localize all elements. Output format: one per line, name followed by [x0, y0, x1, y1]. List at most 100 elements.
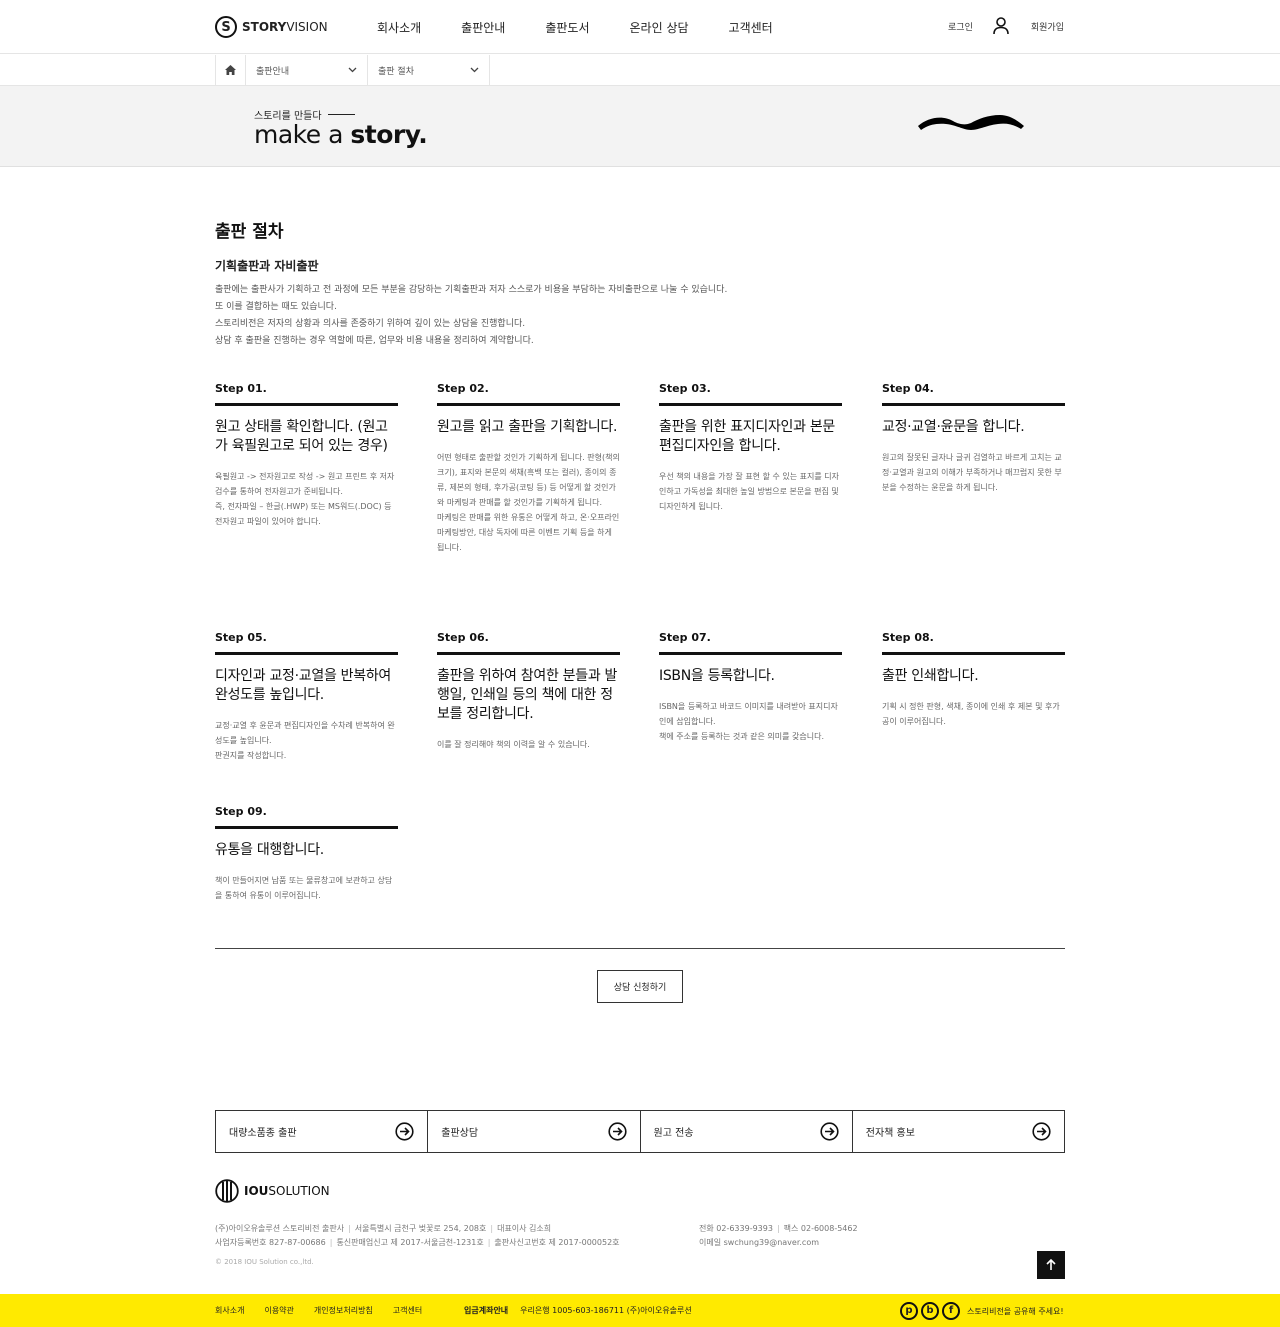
publisher-number: 출판사신고번호 제 2017-000052호 — [494, 1238, 620, 1247]
intro-line: 또 이를 결합하는 때도 있습니다. — [215, 302, 337, 312]
arrow-right-circle-icon — [607, 1122, 627, 1141]
step-card-08: Step 08. 출판 인쇄합니다. 기획 시 정한 판형, 색채, 종이에 인… — [882, 631, 1065, 729]
quick-link-publishing-consult[interactable]: 출판상담 — [428, 1111, 641, 1152]
wave-shape-graphic — [918, 115, 1024, 130]
step-card-06: Step 06. 출판을 위하여 참여한 분들과 발행일, 인쇄일 등의 책에 … — [437, 631, 620, 752]
intro-line: 출판에는 출판사가 기획하고 전 과정에 모든 부분을 감당하는 기획출판과 저… — [215, 285, 728, 295]
blog-icon[interactable]: b — [921, 1302, 939, 1320]
nav-item-books[interactable]: 출판도서 — [545, 19, 589, 36]
arrow-right-circle-icon — [395, 1122, 414, 1141]
quick-link-manuscript-send[interactable]: 원고 전송 — [641, 1111, 853, 1152]
step-number: Step 02. — [437, 382, 620, 406]
logo-text: STORYVISION — [242, 20, 328, 34]
facebook-icon[interactable]: f — [942, 1302, 960, 1320]
quick-link-ebook-promo[interactable]: 전자책 홍보 — [853, 1111, 1064, 1152]
copyright: © 2018 IOU Solution co.,ltd. — [215, 1258, 314, 1266]
login-link[interactable]: 로그인 — [948, 20, 973, 33]
step-card-01: Step 01. 원고 상태를 확인합니다. (원고가 육필원고로 되어 있는 … — [215, 382, 398, 529]
site-header: S STORYVISION 회사소개 출판안내 출판도서 온라인 상담 고객센터… — [0, 0, 1280, 54]
quick-link-label: 전자책 홍보 — [865, 1128, 915, 1139]
post-icon[interactable]: p — [900, 1302, 918, 1320]
step-title: 출판 인쇄합니다. — [882, 668, 979, 684]
step-title: 출판을 위하여 참여한 분들과 발행일, 인쇄일 등의 책에 대한 정보를 정리… — [437, 668, 618, 722]
step-number: Step 04. — [882, 382, 1065, 406]
quick-link-bulk-publishing[interactable]: 대량소품종 출판 — [216, 1111, 429, 1152]
step-title: 교정·교열·윤문을 합니다. — [882, 419, 1025, 435]
email-address: 이메일 swchung39@naver.com — [699, 1238, 820, 1247]
chevron-down-icon — [348, 67, 357, 73]
contact-info: 전화 02-6339-9393 | 팩스 02-6008-5462 이메일 swch… — [699, 1222, 858, 1250]
bank-account-info: 입금계좌안내 우리은행 1005-603-186711 (주)아이오유솔루션 — [464, 1305, 692, 1316]
step-number: Step 09. — [215, 805, 398, 829]
step-number: Step 07. — [659, 631, 842, 655]
bottom-link-privacy[interactable]: 개인정보처리방침 — [314, 1305, 373, 1316]
bottom-link-customer[interactable]: 고객센터 — [393, 1305, 422, 1316]
ecommerce-number: 통신판매업신고 제 2017-서울금천-1231호 — [336, 1238, 484, 1247]
phone-number: 전화 02-6339-9393 — [699, 1224, 773, 1233]
company-address: 서울특별시 금천구 벚꽃로 254, 208호 — [354, 1224, 487, 1233]
bottom-link-company[interactable]: 회사소개 — [215, 1305, 244, 1316]
quick-link-label: 원고 전송 — [653, 1128, 694, 1139]
intro-text: 출판에는 출판사가 기획하고 전 과정에 모든 부분을 감당하는 기획출판과 저… — [215, 282, 727, 350]
intro-line: 스토리비전은 저자의 상황과 의사를 존중하기 위하여 깊이 있는 상담을 진행… — [215, 319, 526, 329]
intro-line: 상담 후 출판을 진행하는 경우 역할에 따른, 업무와 비용 내용을 정리하여… — [215, 336, 534, 346]
step-number: Step 08. — [882, 631, 1065, 655]
step-description: 책이 만들어지면 납품 또는 물류창고에 보관하고 상담을 통하여 유통이 이루… — [215, 876, 393, 900]
step-description: 기획 시 정한 판형, 색채, 종이에 인쇄 후 제본 및 후가공이 이루어집니… — [882, 702, 1060, 726]
breadcrumb-dropdown-depth1[interactable]: 출판안내 — [246, 55, 368, 85]
step-title: 디자인과 교정·교열을 반복하여 완성도를 높입니다. — [215, 668, 391, 703]
iou-solution-logo: IOUSOLUTION — [215, 1179, 330, 1203]
step-title: 원고를 읽고 출판을 기획합니다. — [437, 419, 618, 435]
storyvision-logo[interactable]: S STORYVISION — [215, 15, 328, 39]
step-number: Step 05. — [215, 631, 398, 655]
iou-logo-mark — [215, 1179, 239, 1203]
quick-link-label: 대량소품종 출판 — [229, 1128, 297, 1139]
bottom-links: 회사소개 이용약관 개인정보처리방침 고객센터 — [215, 1305, 442, 1316]
step-number: Step 01. — [215, 382, 398, 406]
nav-item-customer-center[interactable]: 고객센터 — [729, 19, 773, 36]
step-description: 어떤 형태로 출판할 것인가 기획하게 됩니다. 판형(책의 크기), 표지와 … — [437, 453, 620, 552]
nav-item-online-consult[interactable]: 온라인 상담 — [630, 19, 689, 36]
signup-link[interactable]: 회원가입 — [1031, 20, 1064, 33]
nav-item-publishing-guide[interactable]: 출판안내 — [461, 19, 505, 36]
step-number: Step 06. — [437, 631, 620, 655]
user-icon[interactable] — [993, 17, 1009, 35]
share-text: 스토리비전을 공유해 주세요! — [967, 1306, 1064, 1316]
step-description: 우선 책의 내용을 가장 잘 표현 할 수 있는 표지를 디자인하고 가독성을 … — [659, 472, 839, 511]
company-ceo: 대표이사 김소희 — [497, 1224, 552, 1233]
util-menu: 로그인 회원가입 — [948, 17, 1064, 35]
footer-logo-text: IOUSOLUTION — [244, 1184, 330, 1198]
scroll-top-button[interactable] — [1037, 1251, 1065, 1279]
quick-links: 대량소품종 출판 출판상담 원고 전송 전자책 홍보 — [215, 1110, 1065, 1153]
step-card-03: Step 03. 출판을 위한 표지디자인과 본문 편집디자인을 합니다. 우선… — [659, 382, 842, 514]
step-card-02: Step 02. 원고를 읽고 출판을 기획합니다. 어떤 형태로 출판할 것인… — [437, 382, 620, 555]
business-number: 사업자등록번호 827-87-00686 — [215, 1238, 326, 1247]
step-title: 출판을 위한 표지디자인과 본문 편집디자인을 합니다. — [659, 419, 835, 454]
breadcrumb: 출판안내 출판 절차 — [0, 55, 1280, 85]
main-nav: 회사소개 출판안내 출판도서 온라인 상담 고객센터 — [377, 19, 813, 36]
step-title: 유통을 대행합니다. — [215, 842, 324, 858]
step-description: 원고의 잘못된 글자나 글귀 검열하고 바르게 고치는 교정·교열과 원고의 이… — [882, 453, 1062, 492]
company-name: (주)아이오유솔루션 스토리비전 출판사 — [215, 1224, 345, 1233]
step-title: 원고 상태를 확인합니다. (원고가 육필원고로 되어 있는 경우) — [215, 419, 388, 454]
step-number: Step 03. — [659, 382, 842, 406]
logo-mark: S — [215, 16, 237, 38]
breadcrumb-depth2-label: 출판 절차 — [378, 66, 414, 77]
step-card-04: Step 04. 교정·교열·윤문을 합니다. 원고의 잘못된 글자나 글귀 검… — [882, 382, 1065, 495]
nav-item-company[interactable]: 회사소개 — [377, 19, 421, 36]
breadcrumb-dropdown-depth2[interactable]: 출판 절차 — [368, 55, 490, 85]
step-description: 교정·교열 후 윤문과 편집디자인을 수차례 반복하여 완성도를 높입니다. 판… — [215, 721, 395, 760]
quick-link-label: 출판상담 — [441, 1128, 479, 1139]
step-card-05: Step 05. 디자인과 교정·교열을 반복하여 완성도를 높입니다. 교정·… — [215, 631, 398, 763]
arrow-up-icon — [1046, 1259, 1056, 1270]
step-description: 육필원고 -> 전자원고로 작성 -> 원고 프린트 후 저자 검수를 통하여 … — [215, 472, 395, 526]
fax-number: 팩스 02-6008-5462 — [783, 1224, 858, 1233]
consult-request-button[interactable]: 상담 신청하기 — [597, 970, 683, 1003]
bottom-link-terms[interactable]: 이용약관 — [264, 1305, 293, 1316]
step-card-07: Step 07. ISBN을 등록합니다. ISBN을 등록하고 바코드 이미지… — [659, 631, 842, 744]
chevron-down-icon — [470, 67, 479, 73]
arrow-right-circle-icon — [1032, 1122, 1051, 1141]
step-card-09: Step 09. 유통을 대행합니다. 책이 만들어지면 납품 또는 물류창고에… — [215, 805, 398, 903]
home-icon[interactable] — [216, 55, 246, 85]
bottom-bar: 회사소개 이용약관 개인정보처리방침 고객센터 입금계좌안내 우리은행 1005-… — [0, 1294, 1280, 1327]
